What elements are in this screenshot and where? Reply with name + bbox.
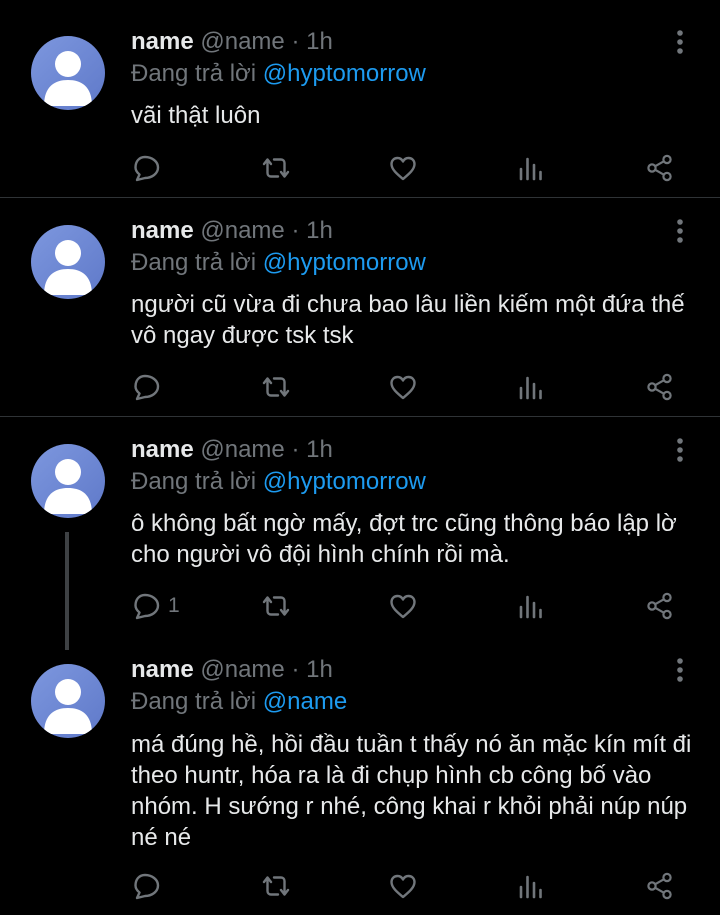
tweet-text: ô không bất ngờ mấy, đợt trc cũng thông … — [131, 510, 677, 568]
reply-mention-link[interactable]: @name — [263, 688, 347, 715]
share-icon — [647, 373, 672, 401]
tweet[interactable]: name @name · 1h Đang trả lời @hyptomorro… — [0, 198, 720, 416]
tweet-text: vãi thật luôn — [131, 102, 261, 129]
tweet-header: name @name · 1h — [131, 28, 333, 56]
reply-context: Đang trả lời @hyptomorrow — [131, 468, 426, 496]
more-vertical-icon — [677, 438, 683, 462]
timestamp[interactable]: · 1h — [291, 656, 332, 683]
tweet-text: má đúng hề, hồi đầu tuần t thấy nó ăn mặ… — [131, 731, 692, 851]
avatar[interactable] — [31, 664, 105, 738]
like-button[interactable] — [388, 150, 418, 186]
more-button[interactable] — [672, 28, 688, 56]
share-button[interactable] — [645, 868, 675, 904]
author-name[interactable]: name — [131, 28, 194, 55]
reply-context: Đang trả lời @name — [131, 688, 347, 716]
share-button[interactable] — [645, 150, 675, 186]
heart-icon — [390, 874, 416, 899]
heart-icon — [390, 594, 416, 619]
reply-count: 1 — [168, 594, 180, 617]
more-vertical-icon — [677, 30, 683, 54]
analytics-icon — [519, 157, 542, 181]
author-handle[interactable]: @name — [200, 217, 284, 244]
tweet-header: name @name · 1h — [131, 656, 333, 684]
views-button[interactable] — [518, 588, 544, 624]
action-bar: 1 — [0, 588, 720, 624]
reply-mention-link[interactable]: @hyptomorrow — [263, 468, 426, 495]
avatar[interactable] — [31, 36, 105, 110]
timestamp[interactable]: · 1h — [291, 28, 332, 55]
retweet-button[interactable] — [260, 150, 292, 186]
more-button[interactable] — [672, 436, 688, 464]
author-name[interactable]: name — [131, 217, 194, 244]
avatar[interactable] — [31, 225, 105, 299]
author-name[interactable]: name — [131, 436, 194, 463]
reply-prefix: Đang trả lời — [131, 688, 257, 715]
more-vertical-icon — [677, 219, 683, 243]
share-button[interactable] — [645, 588, 675, 624]
timestamp[interactable]: · 1h — [291, 217, 332, 244]
default-avatar-icon — [44, 679, 92, 734]
analytics-icon — [519, 875, 542, 899]
retweet-icon — [262, 876, 290, 896]
more-button[interactable] — [672, 217, 688, 245]
default-avatar-icon — [44, 459, 92, 514]
like-button[interactable] — [388, 588, 418, 624]
default-avatar-icon — [44, 51, 92, 106]
retweet-icon — [262, 377, 290, 397]
share-icon — [647, 154, 672, 182]
share-button[interactable] — [645, 369, 675, 405]
analytics-icon — [519, 595, 542, 619]
reply-prefix: Đang trả lời — [131, 60, 257, 87]
tweet[interactable]: name @name · 1h Đang trả lời @hyptomorro… — [0, 417, 720, 650]
share-icon — [647, 592, 672, 620]
reply-icon — [134, 593, 160, 620]
retweet-button[interactable] — [260, 868, 292, 904]
views-button[interactable] — [518, 868, 544, 904]
reply-icon — [134, 873, 160, 900]
heart-icon — [390, 375, 416, 400]
reply-context: Đang trả lời @hyptomorrow — [131, 249, 426, 277]
share-icon — [647, 872, 672, 900]
action-bar — [0, 150, 720, 186]
views-button[interactable] — [518, 369, 544, 405]
reply-icon — [134, 155, 160, 182]
reply-prefix: Đang trả lời — [131, 468, 257, 495]
reply-button[interactable]: 1 — [132, 588, 180, 624]
heart-icon — [390, 156, 416, 181]
default-avatar-icon — [44, 240, 92, 295]
reply-context: Đang trả lời @hyptomorrow — [131, 60, 426, 88]
reply-mention-link[interactable]: @hyptomorrow — [263, 60, 426, 87]
views-button[interactable] — [518, 150, 544, 186]
retweet-button[interactable] — [260, 369, 292, 405]
tweet-header: name @name · 1h — [131, 217, 333, 245]
author-handle[interactable]: @name — [200, 656, 284, 683]
action-bar — [0, 369, 720, 405]
tweet[interactable]: name @name · 1h Đang trả lời @name má đú… — [0, 650, 720, 915]
like-button[interactable] — [388, 868, 418, 904]
reply-icon — [134, 374, 160, 401]
tweet-header: name @name · 1h — [131, 436, 333, 464]
retweet-icon — [262, 596, 290, 616]
reply-mention-link[interactable]: @hyptomorrow — [263, 249, 426, 276]
more-vertical-icon — [677, 658, 683, 682]
retweet-icon — [262, 158, 290, 178]
avatar[interactable] — [31, 444, 105, 518]
tweet[interactable]: name @name · 1h Đang trả lời @hyptomorro… — [0, 0, 720, 197]
analytics-icon — [519, 376, 542, 400]
retweet-button[interactable] — [260, 588, 292, 624]
author-handle[interactable]: @name — [200, 436, 284, 463]
reply-button[interactable] — [132, 868, 168, 904]
reply-button[interactable] — [132, 150, 168, 186]
reply-prefix: Đang trả lời — [131, 249, 257, 276]
action-bar — [0, 868, 720, 904]
author-handle[interactable]: @name — [200, 28, 284, 55]
reply-button[interactable] — [132, 369, 168, 405]
tweet-text: người cũ vừa đi chưa bao lâu liền kiếm m… — [131, 291, 685, 349]
author-name[interactable]: name — [131, 656, 194, 683]
like-button[interactable] — [388, 369, 418, 405]
timestamp[interactable]: · 1h — [291, 436, 332, 463]
more-button[interactable] — [672, 656, 688, 684]
